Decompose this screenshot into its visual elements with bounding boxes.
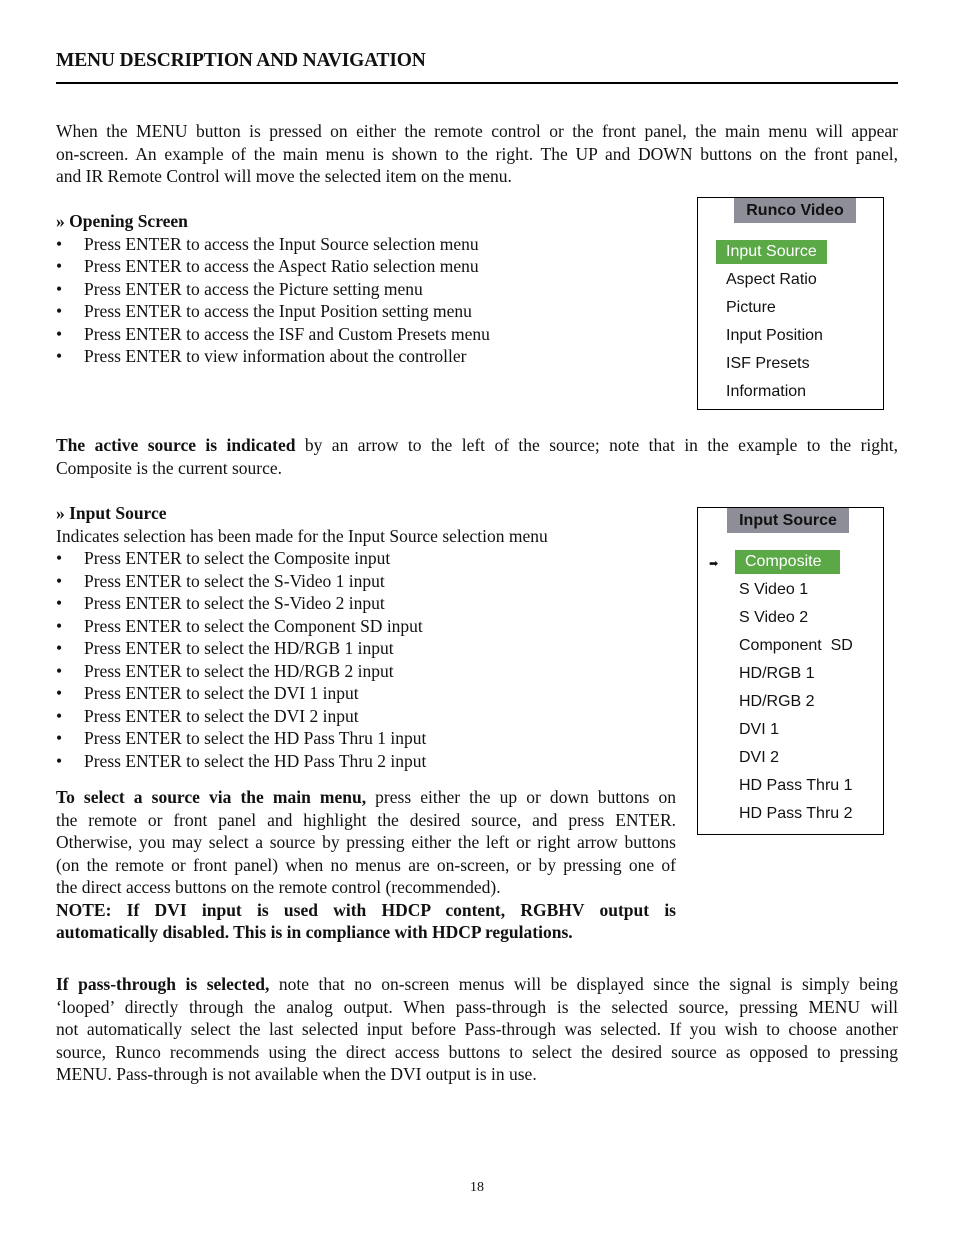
select-source-bold: To select a source via the main menu, <box>56 787 367 807</box>
page-title: MENU DESCRIPTION AND NAVIGATION <box>56 50 426 71</box>
pass-through-bold: If pass-through is selected, <box>56 974 270 994</box>
list-item: Press ENTER to select the HD Pass Thru 2… <box>56 750 548 773</box>
list-item: Press ENTER to access the Input Source s… <box>56 233 490 256</box>
list-item: Press ENTER to select the HD/RGB 1 input <box>56 637 548 660</box>
opening-screen-list: Press ENTER to access the Input Source s… <box>56 233 490 368</box>
list-item: Press ENTER to select the DVI 1 input <box>56 682 548 705</box>
select-source-line: the direct access buttons on the remote … <box>56 877 501 897</box>
pass-through-line: If pass-through is selected, note that n… <box>56 973 898 996</box>
input-menu-item-s-video-1[interactable]: S Video 1 <box>739 578 808 602</box>
opening-screen-title: » Opening Screen <box>56 211 188 231</box>
input-menu-item-dvi-2[interactable]: DVI 2 <box>739 746 779 770</box>
intro-line: and IR Remote Control will move the sele… <box>56 166 512 186</box>
main-menu-title: Runco Video <box>734 198 856 223</box>
intro-line: When the MENU button is pressed on eithe… <box>56 121 898 141</box>
input-source-menu-illustration: Input Source ➡ Composite S Video 1 S Vid… <box>697 507 884 835</box>
list-item: Press ENTER to access the Input Position… <box>56 300 490 323</box>
input-menu-item-hd-rgb-2[interactable]: HD/RGB 2 <box>739 690 815 714</box>
input-menu-item-hd-rgb-1[interactable]: HD/RGB 1 <box>739 662 815 686</box>
list-item: Press ENTER to select the HD/RGB 2 input <box>56 660 548 683</box>
list-item: Press ENTER to access the Aspect Ratio s… <box>56 255 490 278</box>
main-menu-item-input-position[interactable]: Input Position <box>726 324 823 348</box>
hdcp-note-line: NOTE: If DVI input is used with HDCP con… <box>56 899 676 920</box>
pass-through-line: not automatically select the last select… <box>56 1019 898 1039</box>
active-source-line: Composite is the current source. <box>56 457 282 478</box>
active-source-line: The active source is indicated by an arr… <box>56 434 898 457</box>
intro-line: on-screen. An example of the main menu i… <box>56 143 898 164</box>
select-source-text: press either the up or down buttons on <box>366 787 677 807</box>
list-item: Press ENTER to select the S-Video 1 inpu… <box>56 570 548 593</box>
select-source-paragraph: To select a source via the main menu, pr… <box>56 786 676 944</box>
main-menu-item-aspect-ratio[interactable]: Aspect Ratio <box>726 268 817 292</box>
active-source-paragraph: The active source is indicated by an arr… <box>56 434 898 479</box>
pass-through-text: note that no on-screen menus will be dis… <box>269 974 898 994</box>
input-source-section: » Input Source Indicates selection has b… <box>56 502 548 772</box>
pass-through-line: ‘looped’ directly through the analog out… <box>56 996 898 1017</box>
input-menu-item-hd-pass-thru-1[interactable]: HD Pass Thru 1 <box>739 774 853 798</box>
main-menu-item-information[interactable]: Information <box>726 380 806 404</box>
pass-through-paragraph: If pass-through is selected, note that n… <box>56 973 898 1086</box>
input-menu-item-composite[interactable]: Composite <box>735 550 840 574</box>
select-source-line: (on the remote or front panel) when no m… <box>56 854 676 875</box>
main-menu-item-picture[interactable]: Picture <box>726 296 776 320</box>
pass-through-line: source, Runco recommends using the direc… <box>56 1041 898 1062</box>
hdcp-note-line: automatically disabled. This is in compl… <box>56 922 573 942</box>
list-item: Press ENTER to access the ISF and Custom… <box>56 323 490 346</box>
select-source-line: Otherwise, you may select a source by pr… <box>56 832 676 852</box>
input-source-description: Indicates selection has been made for th… <box>56 525 548 546</box>
input-menu-title: Input Source <box>727 508 849 533</box>
list-item: Press ENTER to select the S-Video 2 inpu… <box>56 592 548 615</box>
intro-paragraph: When the MENU button is pressed on eithe… <box>56 120 898 188</box>
input-menu-item-hd-pass-thru-2[interactable]: HD Pass Thru 2 <box>739 802 853 826</box>
list-item: Press ENTER to select the DVI 2 input <box>56 705 548 728</box>
list-item: Press ENTER to select the Composite inpu… <box>56 547 548 570</box>
main-menu-item-input-source[interactable]: Input Source <box>716 240 827 264</box>
page-number: 18 <box>470 1180 484 1195</box>
input-menu-item-s-video-2[interactable]: S Video 2 <box>739 606 808 630</box>
opening-screen-section: » Opening Screen Press ENTER to access t… <box>56 210 490 368</box>
list-item: Press ENTER to select the HD Pass Thru 1… <box>56 727 548 750</box>
select-source-line: To select a source via the main menu, pr… <box>56 786 676 809</box>
select-source-line: the remote or front panel and highlight … <box>56 809 676 830</box>
list-item: Press ENTER to select the Component SD i… <box>56 615 548 638</box>
active-source-text: by an arrow to the left of the source; n… <box>295 435 899 455</box>
input-menu-item-dvi-1[interactable]: DVI 1 <box>739 718 779 742</box>
input-source-list: Press ENTER to select the Composite inpu… <box>56 547 548 772</box>
input-source-title: » Input Source <box>56 503 167 523</box>
list-item: Press ENTER to access the Picture settin… <box>56 278 490 301</box>
list-item: Press ENTER to view information about th… <box>56 345 490 368</box>
main-menu-item-isf-presets[interactable]: ISF Presets <box>726 352 810 376</box>
title-divider <box>56 82 898 84</box>
active-source-arrow-icon: ➡ <box>709 558 719 570</box>
input-menu-item-component-sd[interactable]: Component SD <box>739 634 853 658</box>
main-menu-illustration: Runco Video Input Source Aspect Ratio Pi… <box>697 197 884 410</box>
active-source-bold: The active source is indicated <box>56 435 296 455</box>
pass-through-line: MENU. Pass-through is not available when… <box>56 1064 537 1084</box>
